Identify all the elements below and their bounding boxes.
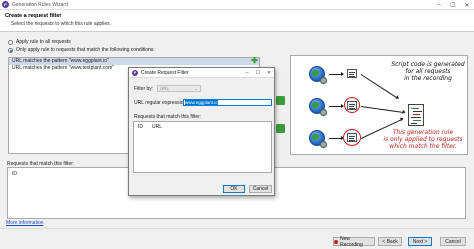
radio-apply-matching[interactable]: Only apply rule to requests that match t… — [8, 47, 155, 53]
regex-label: URL regular expression: — [134, 100, 188, 106]
dialog-titlebar: P Create Request Filter – ☐ ✕ — [129, 68, 274, 78]
globe-request-icon — [309, 98, 327, 116]
edit-condition-icon[interactable] — [276, 96, 285, 105]
create-request-filter-dialog: P Create Request Filter – ☐ ✕ Filter by:… — [128, 67, 275, 196]
script-document-icon — [408, 104, 424, 126]
page-subtitle: Select the requests to which this rule a… — [11, 21, 112, 27]
matches-table[interactable]: ID URL — [133, 121, 272, 173]
window-titlebar: P Generation Rules Wizard – ☐ ✕ — [0, 0, 474, 10]
globe-request-icon — [309, 130, 327, 148]
dialog-minimize-button[interactable]: – — [242, 68, 252, 78]
arrow-icon — [329, 104, 344, 108]
filter-by-label: Filter by: — [134, 86, 154, 92]
regex-input[interactable]: www.eggplant.io — [183, 99, 272, 106]
chevron-down-icon: ⌄ — [194, 86, 198, 91]
arrow-icon — [329, 72, 344, 76]
wizard-footer: New Recording < Back Next > Cancel — [0, 228, 474, 249]
column-header-id[interactable]: ID — [12, 171, 17, 177]
window-title: Generation Rules Wizard — [12, 1, 68, 8]
new-recording-button[interactable]: New Recording — [333, 235, 375, 248]
globe-request-icon — [309, 66, 327, 84]
filter-by-select[interactable]: URL ⌄ — [157, 85, 201, 92]
dialog-maximize-button[interactable]: ☐ — [253, 68, 263, 78]
remove-condition-icon[interactable] — [276, 124, 285, 133]
next-button[interactable]: Next > — [408, 237, 432, 246]
explanation-diagram: Script code is generated for all request… — [290, 55, 468, 155]
dialog-ok-button[interactable]: OK — [223, 185, 245, 193]
arrow-icon — [329, 136, 344, 140]
radio-dot-selected[interactable] — [8, 47, 13, 53]
dialog-cancel-button[interactable]: Cancel — [249, 185, 272, 193]
cancel-button[interactable]: Cancel — [440, 237, 466, 246]
arrow-icon — [360, 106, 405, 114]
radio-apply-all[interactable]: Apply rule to all requests — [8, 39, 71, 45]
radio-dot[interactable] — [8, 39, 13, 45]
record-icon — [334, 239, 338, 244]
dialog-close-button[interactable]: ✕ — [264, 68, 274, 78]
filter-rule-icon — [347, 69, 357, 78]
new-recording-label: New Recording — [339, 235, 363, 248]
more-information-link[interactable]: More information — [6, 220, 44, 226]
page-title: Create a request filter — [5, 13, 62, 19]
condition-row[interactable]: URL matches the pattern "www.eggplant.io… — [9, 58, 259, 65]
dialog-app-icon: P — [132, 69, 138, 76]
radio-apply-all-label: Apply rule to all requests — [16, 39, 71, 45]
matches-label: Requests that match this filter: — [134, 114, 202, 120]
back-button[interactable]: < Back — [378, 237, 402, 246]
close-button[interactable]: ✕ — [460, 0, 474, 10]
highlight-circle — [344, 97, 360, 113]
add-condition-icon[interactable]: ✚ — [251, 57, 258, 65]
note-filtered-requests: This generation rule is only applied to … — [383, 129, 463, 150]
column-header-url[interactable]: URL — [152, 124, 162, 130]
note-all-requests: Script code is generated for all request… — [391, 61, 465, 82]
maximize-button[interactable]: ☐ — [446, 0, 460, 10]
column-header-id[interactable]: ID — [138, 124, 143, 130]
dialog-title: Create Request Filter — [141, 69, 189, 76]
wizard-header: Create a request filter Select the reque… — [0, 10, 474, 32]
radio-apply-matching-label: Only apply rule to requests that match t… — [16, 47, 155, 53]
highlight-circle — [343, 129, 361, 146]
app-icon: P — [2, 1, 9, 8]
minimize-button[interactable]: – — [432, 0, 446, 10]
